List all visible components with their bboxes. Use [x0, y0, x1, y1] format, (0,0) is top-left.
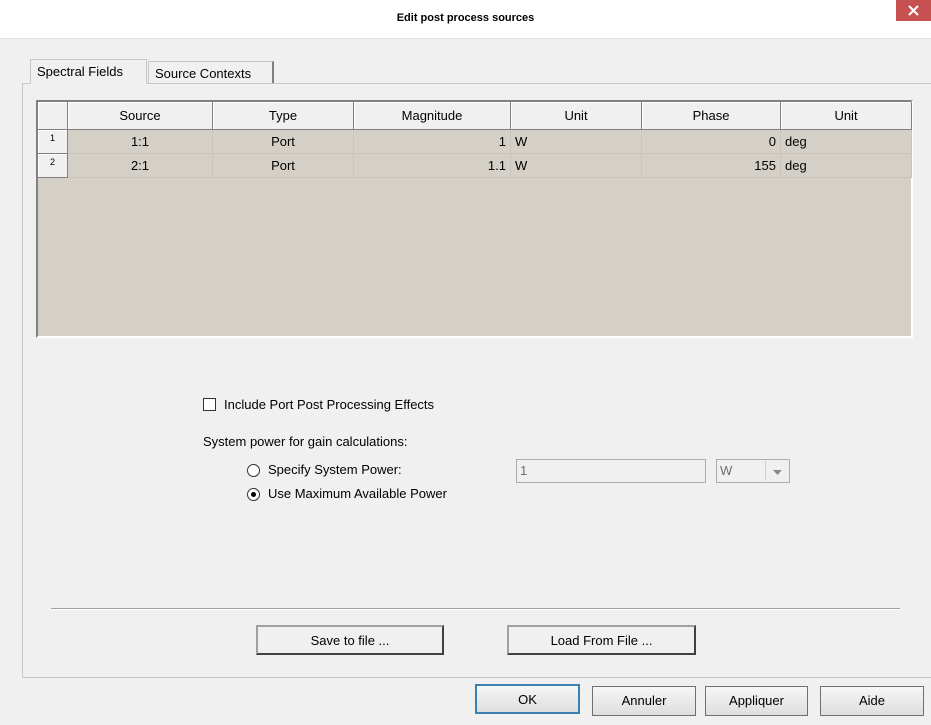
column-header-type[interactable]: Type — [213, 102, 354, 130]
use-max-power-radio[interactable] — [247, 488, 260, 501]
specify-power-label[interactable]: Specify System Power: — [268, 462, 402, 477]
dropdown-arrow[interactable] — [765, 461, 788, 481]
cell-magnitude[interactable]: 1 — [354, 130, 511, 154]
system-power-input[interactable]: 1 — [516, 459, 706, 483]
separator — [51, 608, 900, 610]
include-port-effects-label[interactable]: Include Port Post Processing Effects — [224, 397, 434, 412]
close-icon — [908, 5, 919, 16]
tab-source-contexts[interactable]: Source Contexts — [148, 61, 274, 83]
cell-mag-unit[interactable]: W — [511, 130, 642, 154]
row-header[interactable]: 2 — [38, 154, 68, 178]
cell-type[interactable]: Port — [213, 130, 354, 154]
cancel-button[interactable]: Annuler — [592, 686, 696, 716]
grid-corner-header — [38, 102, 68, 130]
sources-grid[interactable]: Source Type Magnitude Unit Phase Unit 1 … — [36, 100, 913, 338]
cell-type[interactable]: Port — [213, 154, 354, 178]
column-header-mag-unit[interactable]: Unit — [511, 102, 642, 130]
column-header-phase[interactable]: Phase — [642, 102, 781, 130]
column-header-phase-unit[interactable]: Unit — [781, 102, 912, 130]
cell-mag-unit[interactable]: W — [511, 154, 642, 178]
row-header[interactable]: 1 — [38, 130, 68, 154]
window-title: Edit post process sources — [396, 12, 535, 24]
title-bar: Edit post process sources — [0, 0, 931, 39]
power-unit-select[interactable]: W — [716, 459, 790, 483]
use-max-power-label[interactable]: Use Maximum Available Power — [268, 486, 447, 501]
close-button[interactable] — [896, 0, 931, 21]
load-from-file-button[interactable]: Load From File ... — [507, 625, 696, 655]
include-port-effects-checkbox[interactable] — [203, 398, 216, 411]
cell-source[interactable]: 2:1 — [68, 154, 213, 178]
tab-spectral-fields[interactable]: Spectral Fields — [30, 59, 147, 84]
chevron-down-icon — [772, 470, 782, 475]
cell-magnitude[interactable]: 1.1 — [354, 154, 511, 178]
cell-phase-unit[interactable]: deg — [781, 154, 912, 178]
save-to-file-button[interactable]: Save to file ... — [256, 625, 444, 655]
specify-power-radio[interactable] — [247, 464, 260, 477]
apply-button[interactable]: Appliquer — [705, 686, 808, 716]
column-header-magnitude[interactable]: Magnitude — [354, 102, 511, 130]
system-power-label: System power for gain calculations: — [203, 434, 408, 449]
cell-phase-unit[interactable]: deg — [781, 130, 912, 154]
cell-phase[interactable]: 155 — [642, 154, 781, 178]
help-button[interactable]: Aide — [820, 686, 924, 716]
ok-button[interactable]: OK — [475, 684, 580, 714]
cell-source[interactable]: 1:1 — [68, 130, 213, 154]
power-unit-value: W — [720, 463, 733, 478]
radio-selected-dot — [251, 492, 256, 497]
column-header-source[interactable]: Source — [68, 102, 213, 130]
cell-phase[interactable]: 0 — [642, 130, 781, 154]
